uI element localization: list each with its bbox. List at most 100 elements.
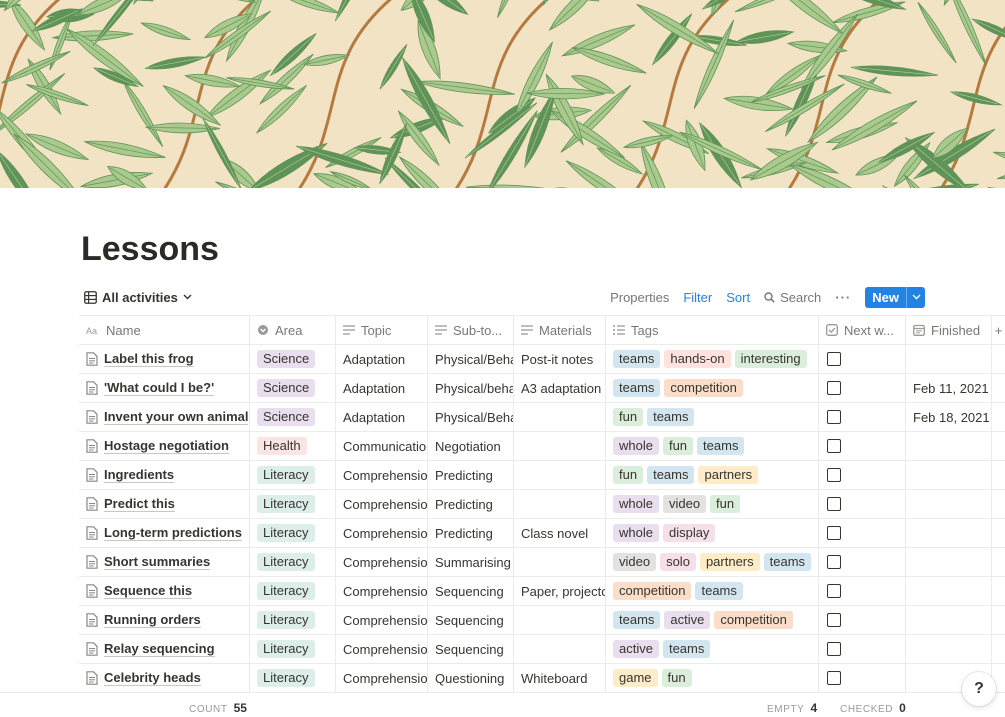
cell-materials[interactable]	[514, 432, 606, 460]
cell-subtopic[interactable]: Sequencing	[428, 577, 514, 605]
cell-next[interactable]	[819, 519, 906, 547]
cell-tags[interactable]: fun teams partners	[606, 461, 819, 489]
cell-subtopic[interactable]: Physical/Behavioural	[428, 403, 514, 431]
row-title[interactable]: Ingredients	[104, 467, 175, 483]
cell-tags[interactable]: teams competition	[606, 374, 819, 402]
cell-area[interactable]: Literacy	[250, 606, 336, 634]
row-title[interactable]: 'What could I be?'	[104, 380, 215, 396]
cell-finished[interactable]: Feb 11, 2021	[906, 374, 992, 402]
cell-materials[interactable]	[514, 403, 606, 431]
column-header-subtopic[interactable]: Sub-to...	[428, 316, 514, 344]
cell-area[interactable]: Literacy	[250, 664, 336, 692]
cell-area[interactable]: Literacy	[250, 490, 336, 518]
next-week-checkbox[interactable]	[827, 642, 841, 656]
cell-topic[interactable]: Comprehension	[336, 490, 428, 518]
cell-name[interactable]: Running orders	[79, 606, 250, 634]
search-button[interactable]: Search	[764, 290, 821, 305]
properties-button[interactable]: Properties	[610, 290, 669, 305]
new-button[interactable]: New	[865, 286, 925, 308]
table-row[interactable]: Short summaries Literacy Comprehension Summ…	[79, 548, 1005, 577]
cell-area[interactable]: Health	[250, 432, 336, 460]
cell-topic[interactable]: Comprehension	[336, 664, 428, 692]
cell-name[interactable]: Hostage negotiation	[79, 432, 250, 460]
cell-name[interactable]: Ingredients	[79, 461, 250, 489]
table-row[interactable]: Predict this Literacy Comprehension Predict…	[79, 490, 1005, 519]
next-week-checkbox[interactable]	[827, 439, 841, 453]
row-title[interactable]: Invent your own animal	[104, 409, 249, 425]
cell-materials[interactable]: Post-it notes	[514, 345, 606, 373]
cell-subtopic[interactable]: Summarising	[428, 548, 514, 576]
next-week-checkbox[interactable]	[827, 584, 841, 598]
row-title[interactable]: Sequence this	[104, 583, 193, 599]
cell-area[interactable]: Science	[250, 403, 336, 431]
next-week-checkbox[interactable]	[827, 671, 841, 685]
table-row[interactable]: Invent your own animal Science Adaptation P…	[79, 403, 1005, 432]
cell-topic[interactable]: Comprehension	[336, 635, 428, 663]
cell-topic[interactable]: Comprehension	[336, 606, 428, 634]
cell-next[interactable]	[819, 606, 906, 634]
cell-name[interactable]: Long-term predictions	[79, 519, 250, 547]
cell-tags[interactable]: competition teams	[606, 577, 819, 605]
table-row[interactable]: Celebrity heads Literacy Comprehension Ques…	[79, 664, 1005, 693]
table-row[interactable]: Ingredients Literacy Comprehension Predicti…	[79, 461, 1005, 490]
cell-subtopic[interactable]: Predicting	[428, 461, 514, 489]
cell-area[interactable]: Literacy	[250, 548, 336, 576]
cell-area[interactable]: Literacy	[250, 519, 336, 547]
cell-finished[interactable]	[906, 345, 992, 373]
column-header-topic[interactable]: Topic	[336, 316, 428, 344]
cell-tags[interactable]: whole fun teams	[606, 432, 819, 460]
column-header-next[interactable]: Next w...	[819, 316, 906, 344]
next-week-checkbox[interactable]	[827, 555, 841, 569]
next-week-checkbox[interactable]	[827, 526, 841, 540]
cell-subtopic[interactable]: Sequencing	[428, 606, 514, 634]
sort-button[interactable]: Sort	[726, 290, 750, 305]
row-title[interactable]: Relay sequencing	[104, 641, 215, 657]
cell-topic[interactable]: Comprehension	[336, 519, 428, 547]
view-switcher[interactable]: All activities	[84, 287, 192, 307]
cell-name[interactable]: Sequence this	[79, 577, 250, 605]
cell-tags[interactable]: fun teams	[606, 403, 819, 431]
next-week-checkbox[interactable]	[827, 613, 841, 627]
cell-topic[interactable]: Comprehension	[336, 577, 428, 605]
next-week-checkbox[interactable]	[827, 381, 841, 395]
cell-subtopic[interactable]: Predicting	[428, 490, 514, 518]
cell-materials[interactable]	[514, 461, 606, 489]
cell-next[interactable]	[819, 432, 906, 460]
column-header-tags[interactable]: Tags	[606, 316, 819, 344]
new-dropdown-button[interactable]	[906, 286, 925, 308]
cell-topic[interactable]: Comprehension	[336, 461, 428, 489]
table-row[interactable]: Running orders Literacy Comprehension Seque…	[79, 606, 1005, 635]
row-title[interactable]: Long-term predictions	[104, 525, 242, 541]
count-summary[interactable]: COUNT 55	[189, 701, 247, 715]
cell-next[interactable]	[819, 403, 906, 431]
cell-tags[interactable]: whole video fun	[606, 490, 819, 518]
table-row[interactable]: Hostage negotiation Health Communication Ne…	[79, 432, 1005, 461]
new-button-label[interactable]: New	[865, 287, 906, 308]
cell-finished[interactable]	[906, 490, 992, 518]
cell-materials[interactable]: Whiteboard	[514, 664, 606, 692]
cell-area[interactable]: Literacy	[250, 461, 336, 489]
cell-materials[interactable]	[514, 490, 606, 518]
cell-name[interactable]: Label this frog	[79, 345, 250, 373]
cell-next[interactable]	[819, 664, 906, 692]
row-title[interactable]: Running orders	[104, 612, 201, 628]
cell-topic[interactable]: Comprehension	[336, 548, 428, 576]
cell-next[interactable]	[819, 461, 906, 489]
help-button[interactable]: ?	[962, 672, 996, 706]
table-row[interactable]: Relay sequencing Literacy Comprehension Seq…	[79, 635, 1005, 664]
cell-materials[interactable]	[514, 548, 606, 576]
cell-area[interactable]: Science	[250, 374, 336, 402]
cell-finished[interactable]: Feb 18, 2021	[906, 403, 992, 431]
next-week-checkbox[interactable]	[827, 352, 841, 366]
cell-finished[interactable]	[906, 432, 992, 460]
cell-name[interactable]: 'What could I be?'	[79, 374, 250, 402]
cell-subtopic[interactable]: Physical/behavioural	[428, 374, 514, 402]
cell-materials[interactable]	[514, 606, 606, 634]
cell-tags[interactable]: active teams	[606, 635, 819, 663]
cell-topic[interactable]: Adaptation	[336, 374, 428, 402]
cell-finished[interactable]	[906, 548, 992, 576]
table-row[interactable]: Sequence this Literacy Comprehension Sequen…	[79, 577, 1005, 606]
cell-finished[interactable]	[906, 606, 992, 634]
cell-tags[interactable]: video solo partners teams	[606, 548, 819, 576]
cell-name[interactable]: Predict this	[79, 490, 250, 518]
